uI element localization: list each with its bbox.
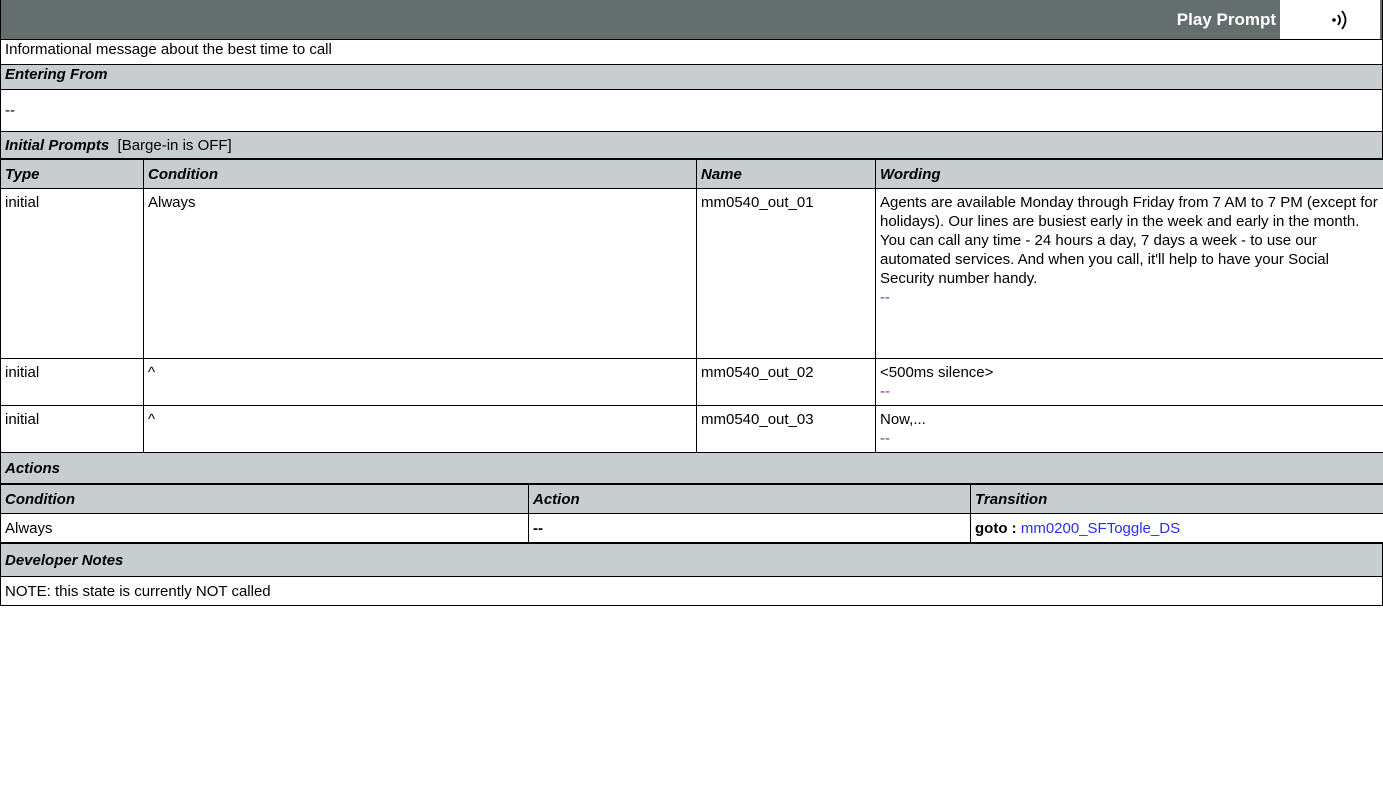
- col-condition-header: Condition: [0, 484, 529, 514]
- state-description: Informational message about the best tim…: [0, 39, 1383, 65]
- initial-prompts-label: Initial Prompts: [5, 136, 110, 154]
- prompt-condition: Always: [143, 188, 697, 359]
- prompt-wording-cell: <500ms silence> --: [875, 358, 1383, 406]
- col-condition-header: Condition: [143, 159, 697, 189]
- notes-table: Developer Notes NOTE: this state is curr…: [0, 543, 1383, 606]
- actions-label: Actions: [0, 452, 1383, 484]
- initial-prompts-section: Initial Prompts [Barge-in is OFF]: [0, 131, 1383, 159]
- actions-table: Condition Action Transition Always -- go…: [0, 484, 1383, 543]
- prompt-condition: ^: [143, 405, 697, 453]
- prompt-name: mm0540_out_02: [696, 358, 876, 406]
- prompts-header-row: Type Condition Name Wording: [0, 159, 1383, 189]
- table-row: initial Always mm0540_out_01 Agents are …: [0, 188, 1383, 359]
- action-condition: Always: [0, 513, 529, 543]
- prompt-extra: --: [880, 430, 890, 447]
- prompt-wording-cell: Agents are available Monday through Frid…: [875, 188, 1383, 359]
- prompt-wording-cell: Now,... --: [875, 405, 1383, 453]
- initial-prompts-table: Type Condition Name Wording initial Alwa…: [0, 159, 1383, 484]
- table-row: Always -- goto : mm0200_SFToggle_DS: [0, 513, 1383, 543]
- action-value: --: [528, 513, 971, 543]
- developer-notes-text: NOTE: this state is currently NOT called: [0, 576, 1383, 606]
- developer-notes-label: Developer Notes: [0, 543, 1383, 577]
- table-row: initial ^ mm0540_out_03 Now,... --: [0, 405, 1383, 453]
- speaker-icon-box: [1280, 0, 1380, 39]
- prompt-spec-page: Play Prompt Informational message about …: [0, 0, 1383, 606]
- prompt-name: mm0540_out_03: [696, 405, 876, 453]
- speaker-sound-icon: [1332, 10, 1347, 30]
- col-action-header: Action: [528, 484, 971, 514]
- prompt-wording: <500ms silence>: [880, 364, 994, 381]
- transition-prefix: goto :: [975, 519, 1017, 537]
- action-transition: goto : mm0200_SFToggle_DS: [970, 513, 1383, 543]
- table-row: initial ^ mm0540_out_02 <500ms silence> …: [0, 358, 1383, 406]
- prompt-type: initial: [0, 188, 144, 359]
- header-bar: Play Prompt: [0, 0, 1383, 39]
- barge-in-status: [Barge-in is OFF]: [117, 136, 232, 154]
- prompt-wording: Now,...: [880, 411, 926, 428]
- col-type-header: Type: [0, 159, 144, 189]
- col-name-header: Name: [696, 159, 876, 189]
- entering-from-value: --: [0, 89, 1383, 132]
- prompt-extra: --: [880, 289, 890, 306]
- prompt-name: mm0540_out_01: [696, 188, 876, 359]
- prompt-extra: --: [880, 383, 890, 400]
- prompt-wording: Agents are available Monday through Frid…: [880, 194, 1378, 287]
- description-table: Informational message about the best tim…: [0, 39, 1383, 159]
- transition-link[interactable]: mm0200_SFToggle_DS: [1021, 520, 1180, 537]
- prompt-condition: ^: [143, 358, 697, 406]
- actions-header-row: Condition Action Transition: [0, 484, 1383, 514]
- page-title: Play Prompt: [1176, 10, 1276, 29]
- prompt-type: initial: [0, 405, 144, 453]
- prompt-type: initial: [0, 358, 144, 406]
- entering-from-label: Entering From: [0, 64, 1383, 90]
- col-wording-header: Wording: [875, 159, 1383, 189]
- col-transition-header: Transition: [970, 484, 1383, 514]
